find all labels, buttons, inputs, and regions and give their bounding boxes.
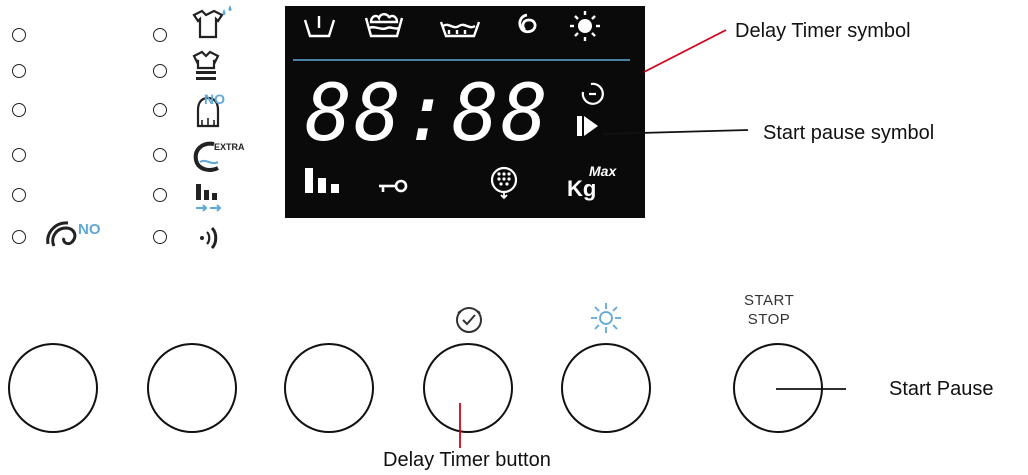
callout-line-delay-timer-symbol <box>643 29 727 73</box>
callout-delay-timer-button: Delay Timer button <box>383 449 551 471</box>
callout-line-start-pause-symbol <box>601 129 749 135</box>
callout-start-pause: Start Pause <box>889 378 994 400</box>
callout-start-pause-symbol: Start pause symbol <box>763 122 935 144</box>
callout-delay-timer-symbol: Delay Timer symbol <box>735 20 911 42</box>
